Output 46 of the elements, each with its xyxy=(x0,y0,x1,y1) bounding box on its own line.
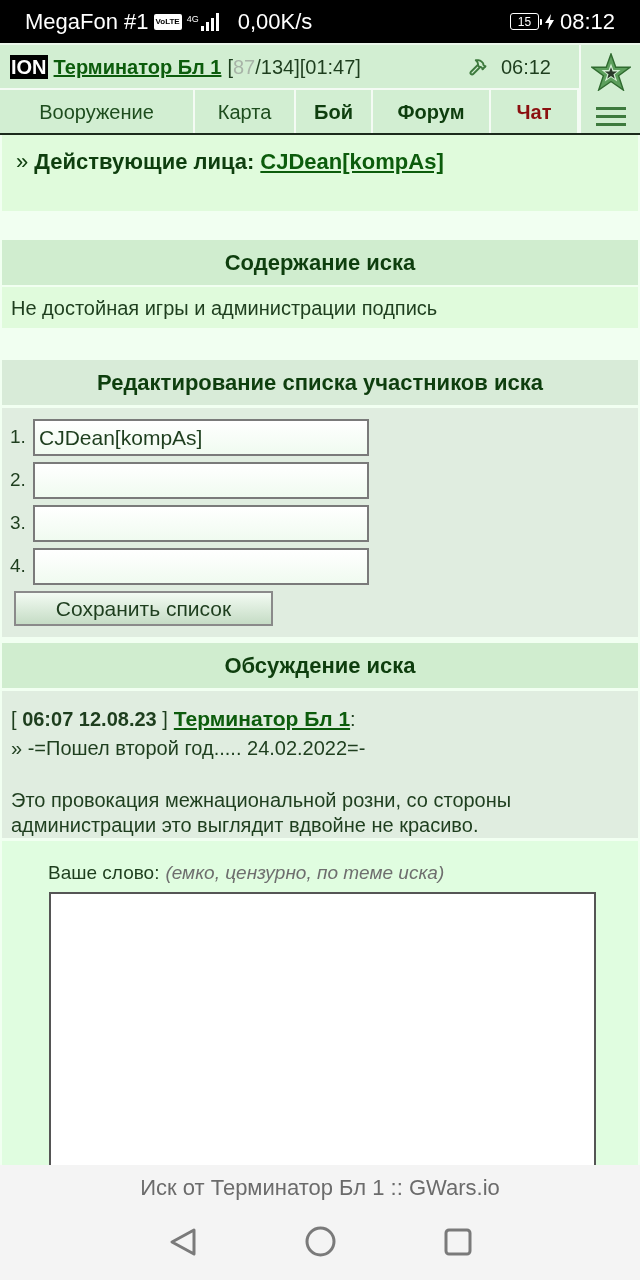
hammer-icon xyxy=(468,57,487,76)
section-header: Содержание иска xyxy=(2,240,638,285)
reply-label: Ваше слово: xyxy=(48,861,160,885)
participant-link[interactable]: CJDean[kompAs] xyxy=(260,145,444,178)
author-colon: : xyxy=(350,707,356,732)
claim-text: Не достойная игры и администрации подпись xyxy=(11,295,438,321)
participant-input[interactable] xyxy=(33,505,369,542)
menu-icon[interactable] xyxy=(595,107,626,126)
reply-hint: (емко, цензурно, по теме иска) xyxy=(165,861,445,885)
participant-input[interactable]: CJDean[kompAs] xyxy=(33,419,369,456)
logo[interactable]: ION xyxy=(10,54,48,79)
battery-percent: 15 xyxy=(517,15,532,28)
page-title: Иск от Терминатор Бл 1 :: GWars.io xyxy=(140,1174,500,1202)
participants-label: » Действующие лица: xyxy=(16,148,255,176)
network-type: 4G xyxy=(186,14,199,24)
server-time: 06:12 xyxy=(500,54,551,80)
circle-icon[interactable] xyxy=(304,1226,336,1257)
message-field[interactable] xyxy=(49,891,596,1165)
carrier-name: MegaFon #1 xyxy=(25,8,149,36)
star-icon[interactable] xyxy=(590,53,631,91)
section-header: Редактирование списка участников иска xyxy=(2,360,638,405)
save-list-button[interactable]: Сохранить список xyxy=(14,591,273,626)
post-text: » -=Пошел второй год..... 24.02.2022=- xyxy=(11,735,367,761)
signal-bars-icon xyxy=(199,12,222,31)
nav-tab[interactable]: Вооружение xyxy=(0,90,195,133)
nav-tab[interactable]: Карта xyxy=(195,90,296,133)
volte-badge: VoLTE xyxy=(153,13,182,30)
square-icon[interactable] xyxy=(443,1227,472,1256)
post-timestamp: [ 06:07 12.08.23 ] xyxy=(11,707,168,732)
back-icon[interactable] xyxy=(168,1226,197,1257)
nav-tab[interactable]: Чат xyxy=(491,90,579,133)
row-number: 4. xyxy=(10,554,27,579)
participant-input[interactable] xyxy=(33,462,369,499)
post-text: Это провокация межнациональной розни, со стороны администрации это выглядит вдвойне не красиво. xyxy=(11,787,513,838)
clock-time: 08:12 xyxy=(559,8,615,36)
row-number: 3. xyxy=(10,511,27,536)
row-number: 1. xyxy=(10,425,27,450)
player-stats: [87/134][01:47] xyxy=(227,54,361,80)
network-speed: 0,00K/s xyxy=(237,8,313,36)
row-number: 2. xyxy=(10,468,27,493)
nav-tab[interactable]: Бой xyxy=(296,90,373,133)
player-link[interactable]: Терминатор Бл 1 xyxy=(53,51,222,82)
participant-input[interactable] xyxy=(33,548,369,585)
author-link[interactable]: Терминатор Бл 1 xyxy=(173,703,351,735)
section-header: Обсуждение иска xyxy=(2,643,638,688)
nav-tab[interactable]: Форум xyxy=(373,90,491,133)
